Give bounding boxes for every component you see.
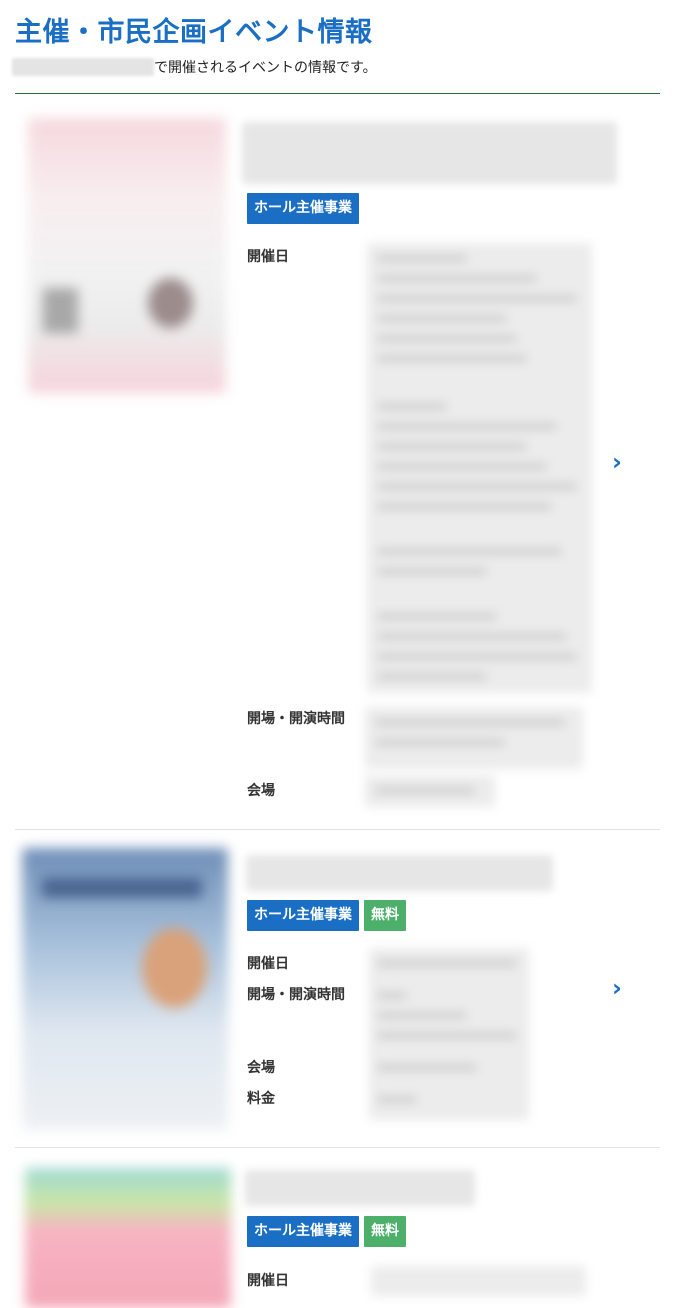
date-value-redacted — [367, 243, 592, 693]
event-thumbnail[interactable] — [25, 1168, 231, 1308]
event-title-redacted[interactable] — [245, 1170, 475, 1206]
badge-hall-event: ホール主催事業 — [247, 1216, 359, 1247]
badge-free: 無料 — [364, 1216, 406, 1247]
details-value-redacted — [369, 948, 529, 1120]
chevron-right-icon[interactable]: › — [607, 450, 627, 474]
label-date: 開催日 — [247, 1273, 289, 1289]
badge-free: 無料 — [364, 900, 406, 931]
venue-name-redacted — [12, 58, 154, 76]
event-title-redacted[interactable] — [246, 855, 553, 891]
label-time: 開場・開演時間 — [247, 711, 345, 727]
label-venue: 会場 — [247, 1060, 275, 1076]
date-value-redacted — [371, 1266, 586, 1296]
event-card-3[interactable]: ホール主催事業 無料 開催日 — [0, 1160, 678, 1308]
label-date: 開催日 — [247, 956, 289, 972]
chevron-right-icon[interactable]: › — [607, 976, 627, 1000]
card-divider — [15, 829, 660, 830]
event-card-1[interactable]: ホール主催事業 開催日 開場・開演時間 会場 › — [0, 110, 678, 820]
page-title: 主催・市民企画イベント情報 — [15, 17, 373, 48]
page-lead: で開催されるイベントの情報です。 — [12, 56, 377, 78]
badge-hall-event: ホール主催事業 — [247, 900, 359, 931]
time-value-redacted — [365, 707, 583, 769]
badge-hall-event: ホール主催事業 — [247, 193, 359, 224]
label-venue: 会場 — [247, 783, 275, 799]
event-thumbnail[interactable] — [28, 118, 226, 393]
venue-value-redacted — [365, 775, 495, 807]
event-thumbnail[interactable] — [22, 848, 228, 1130]
card-divider — [15, 1147, 660, 1148]
event-card-2[interactable]: ホール主催事業 無料 開催日 開場・開演時間 会場 料金 › — [0, 840, 678, 1140]
label-date: 開催日 — [247, 249, 289, 265]
label-fee: 料金 — [247, 1091, 275, 1107]
event-title-redacted[interactable] — [242, 122, 617, 184]
label-time: 開場・開演時間 — [247, 987, 345, 1003]
header-divider — [15, 93, 660, 94]
lead-text: で開催されるイベントの情報です。 — [154, 60, 377, 76]
